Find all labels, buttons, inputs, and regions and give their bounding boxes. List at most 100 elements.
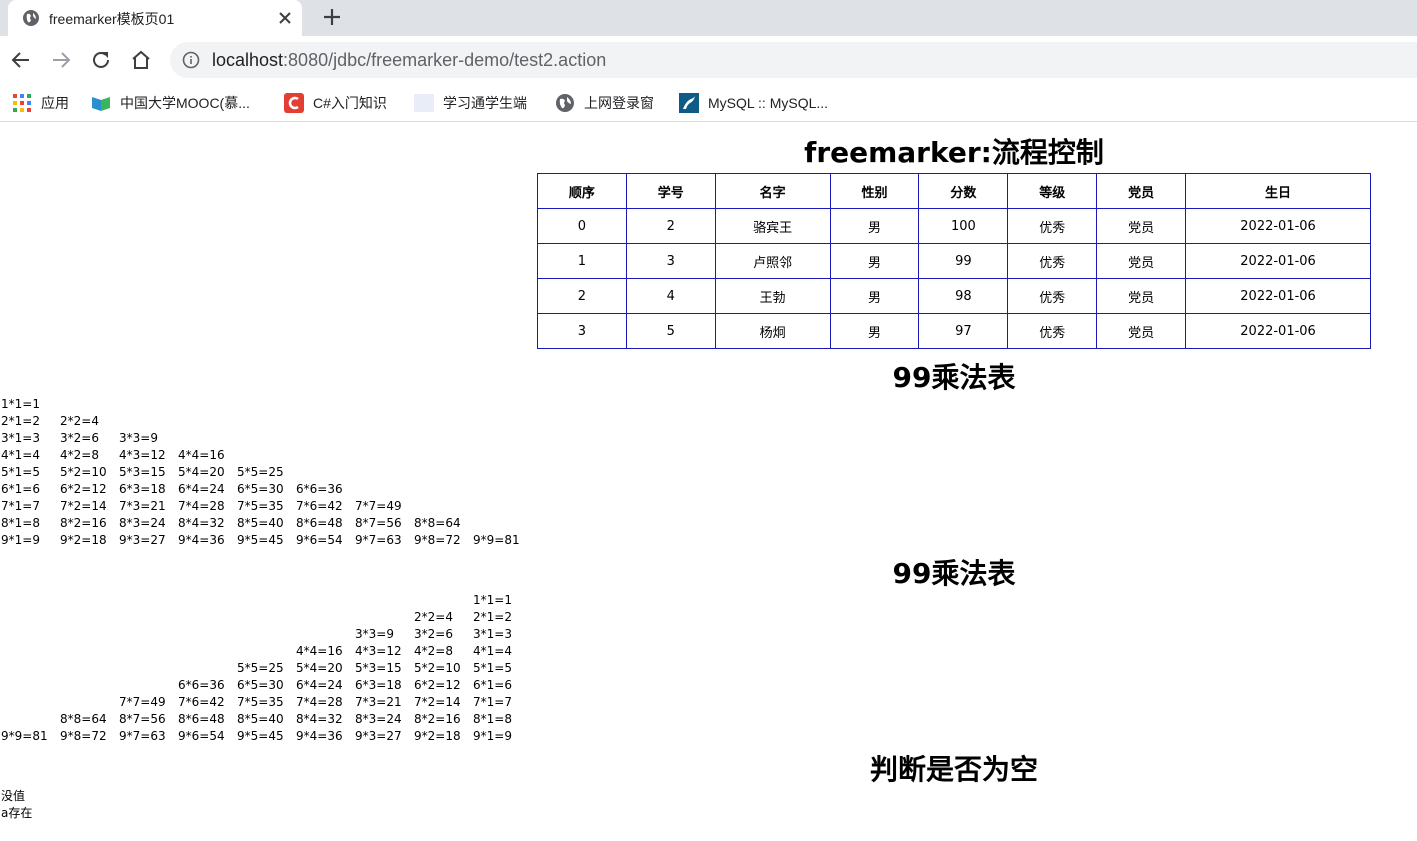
multiplication-cell: 8*8=64 (414, 516, 461, 530)
table-cell: 3 (625, 243, 716, 279)
table-row: 2 4 王勃 男 98 优秀 党员 2022-01-06 (537, 278, 1371, 314)
multiplication-cell: 5*2=10 (60, 465, 107, 479)
multiplication-cell: 7*6=42 (296, 499, 343, 513)
multiplication-cell: 9*8=72 (60, 729, 107, 743)
multiplication-cell: 3*1=3 (473, 627, 512, 641)
multiplication-cell: 9*8=72 (414, 533, 461, 547)
multiplication-row: 9*1=9 9*2=18 9*3=27 9*4=36 9*5=45 9*6=54 9*7=6… (1, 532, 561, 549)
table-cell: 优秀 (1007, 313, 1098, 349)
forward-arrow-icon[interactable] (49, 48, 73, 72)
multiplication-cell: 3*2=6 (414, 627, 453, 641)
multiplication-cell: 5*5=25 (237, 465, 284, 479)
multiplication-cell: 6*4=24 (178, 482, 225, 496)
column-header: 学号 (625, 173, 716, 209)
table-cell: 男 (829, 243, 920, 279)
bookmark-csharp[interactable]: C#入门知识 (284, 89, 387, 117)
table-cell: 优秀 (1007, 278, 1098, 314)
table-cell: 男 (829, 278, 920, 314)
column-header: 党员 (1096, 173, 1187, 209)
table-cell: 男 (829, 313, 920, 349)
table-cell: 优秀 (1007, 208, 1098, 244)
student-table: 顺序 学号 名字 性别 分数 等级 党员 生日 0 2 骆宾王 男 100 优秀… (537, 173, 1371, 349)
reload-icon[interactable] (89, 48, 113, 72)
multiplication-cell: 5*5=25 (237, 661, 284, 675)
page-content: freemarker:流程控制 顺序 学号 名字 性别 分数 等级 党员 生日 … (0, 123, 1417, 841)
multiplication-cell: 9*7=63 (119, 729, 166, 743)
bookmark-apps[interactable]: 应用 (12, 89, 69, 117)
table-cell: 2022-01-06 (1185, 243, 1371, 279)
multiplication-cell: 6*4=24 (296, 678, 343, 692)
tab-title: freemarker模板页01 (49, 11, 175, 27)
column-header: 名字 (714, 173, 831, 209)
multiplication-cell: 7*3=21 (119, 499, 166, 513)
multiplication-cell: 6*5=30 (237, 482, 284, 496)
multiplication-cell: 6*6=36 (296, 482, 343, 496)
bookmark-xuexitong[interactable]: 学习通学生端 (414, 89, 527, 117)
table-cell: 2022-01-06 (1185, 208, 1371, 244)
back-arrow-icon[interactable] (9, 48, 33, 72)
table-cell: 2 (537, 278, 627, 314)
multiplication-cell: 8*3=24 (119, 516, 166, 530)
browser-tab[interactable]: freemarker模板页01 (8, 0, 302, 36)
multiplication-row: 3*3=9 3*2=6 3*1=3 (1, 626, 561, 643)
multiplication-row: 5*1=5 5*2=10 5*3=15 5*4=20 5*5=25 (1, 464, 561, 481)
multiplication-cell: 7*5=35 (237, 695, 284, 709)
table-cell: 97 (918, 313, 1009, 349)
empty-check-title: 判断是否为空 (869, 753, 1038, 786)
multiplication-cell: 7*5=35 (237, 499, 284, 513)
multiplication-cell: 9*2=18 (60, 533, 107, 547)
multiplication-cell: 7*4=28 (178, 499, 225, 513)
bookmark-label: 中国大学MOOC(慕... (120, 95, 250, 111)
multiplication-cell: 9*1=9 (1, 533, 40, 547)
table-cell: 4 (625, 278, 716, 314)
table-cell: 1 (537, 243, 627, 279)
blank-page-icon (414, 94, 434, 112)
info-icon[interactable] (182, 51, 200, 69)
address-bar[interactable]: localhost:8080/jdbc/freemarker-demo/test… (170, 42, 1417, 78)
mysql-icon (679, 93, 699, 113)
multiplication-row: 4*1=4 4*2=8 4*3=12 4*4=16 (1, 447, 561, 464)
bookmark-login[interactable]: 上网登录窗 (555, 89, 654, 117)
multiplication-cell: 9*6=54 (296, 533, 343, 547)
bookmark-label: 应用 (41, 95, 69, 111)
column-header: 顺序 (537, 173, 627, 209)
multiplication-cell: 5*3=15 (119, 465, 166, 479)
table-cell: 2 (625, 208, 716, 244)
multiplication-row: 7*1=7 7*2=14 7*3=21 7*4=28 7*5=35 7*6=42 7*7=4… (1, 498, 561, 515)
multiplication-table-title: 99乘法表 (892, 361, 1016, 394)
multiplication-row: 2*2=4 2*1=2 (1, 609, 561, 626)
multiplication-row: 1*1=1 (1, 396, 561, 413)
multiplication-cell: 9*5=45 (237, 729, 284, 743)
multiplication-cell: 4*1=4 (1, 448, 40, 462)
multiplication-row: 8*8=64 8*7=56 8*6=48 8*5=40 8*4=32 8*3=24 8*2=… (1, 711, 561, 728)
multiplication-cell: 9*9=81 (1, 729, 48, 743)
bookmarks-bar: 应用 中国大学MOOC(慕... C#入门知识 学习通学生端 上网登录窗 MyS… (0, 84, 1417, 122)
multiplication-cell: 7*7=49 (119, 695, 166, 709)
multiplication-cell: 5*4=20 (178, 465, 225, 479)
multiplication-cell: 9*9=81 (473, 533, 520, 547)
multiplication-row: 7*7=49 7*6=42 7*5=35 7*4=28 7*3=21 7*2=14 7*1=… (1, 694, 561, 711)
table-cell: 党员 (1096, 208, 1187, 244)
home-icon[interactable] (129, 48, 153, 72)
multiplication-cell: 8*5=40 (237, 516, 284, 530)
multiplication-cell: 6*3=18 (119, 482, 166, 496)
url-path: :8080/jdbc/freemarker-demo/test2.action (283, 50, 607, 70)
table-cell: 骆宾王 (714, 208, 831, 244)
multiplication-cell: 4*2=8 (414, 644, 453, 658)
multiplication-cell: 9*4=36 (178, 533, 225, 547)
multiplication-cell: 8*2=16 (414, 712, 461, 726)
new-tab-plus-icon[interactable] (321, 6, 343, 28)
multiplication-cell: 4*3=12 (355, 644, 402, 658)
column-header: 等级 (1007, 173, 1098, 209)
close-icon[interactable] (276, 9, 294, 27)
multiplication-cell: 9*7=63 (355, 533, 402, 547)
multiplication-cell: 1*1=1 (1, 397, 40, 411)
multiplication-cell: 9*3=27 (119, 533, 166, 547)
multiplication-cell: 6*3=18 (355, 678, 402, 692)
bookmark-mooc[interactable]: 中国大学MOOC(慕... (91, 89, 250, 117)
multiplication-cell: 7*1=7 (1, 499, 40, 513)
table-cell: 卢照邻 (714, 243, 831, 279)
bookmark-mysql[interactable]: MySQL :: MySQL... (679, 89, 828, 117)
multiplication-cell: 5*3=15 (355, 661, 402, 675)
multiplication-cell: 4*4=16 (178, 448, 225, 462)
